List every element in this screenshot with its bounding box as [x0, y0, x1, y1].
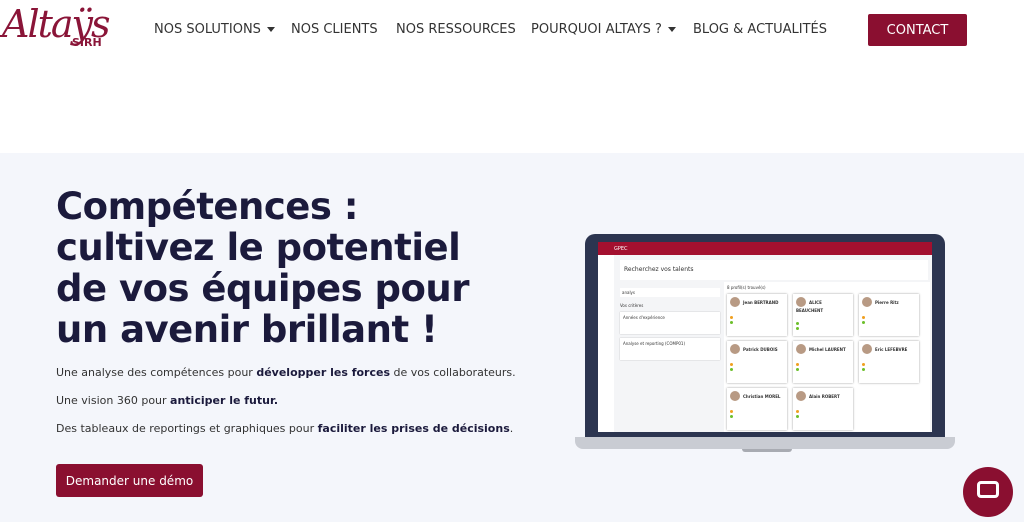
hero-line-3: Des tableaux de reportings et graphiques… — [56, 422, 514, 435]
hero-line-2: Une vision 360 pour anticiper le futur. — [56, 394, 279, 407]
nav-pourquoi[interactable]: POURQUOI ALTAYS ? — [531, 22, 676, 37]
app-topbar: GPEC — [598, 242, 932, 255]
laptop-notch — [742, 449, 792, 452]
hero-title: Compétences : cultivez le potentiel de v… — [56, 185, 469, 351]
app-title: Recherchez vos talents — [620, 260, 928, 280]
demo-button[interactable]: Demander une démo — [56, 464, 203, 497]
status-dot — [730, 368, 733, 371]
nav-ressources[interactable]: NOS RESSOURCES — [396, 22, 516, 37]
profile-card: Christian MOREL — [727, 388, 787, 430]
caret-down-icon — [266, 27, 275, 32]
app-search: analys — [620, 288, 720, 297]
status-dot — [796, 415, 799, 418]
nav-label: POURQUOI ALTAYS ? — [531, 22, 662, 37]
avatar — [862, 344, 872, 354]
app-screenshot: GPEC Recherchez vos talents analys Vos c… — [598, 242, 932, 432]
app-name: GPEC — [614, 245, 628, 252]
avatar — [730, 297, 740, 307]
avatar — [796, 297, 806, 307]
profile-name: Michel LAURENT — [809, 346, 846, 352]
profile-cards: Jean BERTRAND ALICE BEAUCHENT Pierre Ritz P… — [727, 294, 927, 430]
profile-card: Pierre Ritz — [859, 294, 919, 336]
status-dot — [796, 326, 799, 330]
app-results: 8 profil(s) trouvé(s) Jean BERTRAND ALICE… — [724, 282, 930, 432]
status-dot — [796, 368, 799, 371]
criteria-label: Vos critères — [620, 303, 644, 308]
chat-button[interactable] — [963, 467, 1013, 517]
profile-card: Michel LAURENT — [793, 341, 853, 383]
nav-label: NOS SOLUTIONS — [154, 22, 261, 37]
logo[interactable]: Altaÿs SIRH — [2, 2, 112, 57]
profile-card: Eric LEFEBVRE — [859, 341, 919, 383]
chat-icon — [977, 481, 999, 498]
contact-button[interactable]: CONTACT — [868, 14, 967, 46]
status-dot — [730, 410, 733, 413]
profile-name: Eric LEFEBVRE — [875, 346, 908, 352]
status-dot — [862, 321, 865, 324]
app-sidebar — [598, 255, 614, 432]
profile-name: Alain ROBERT — [809, 393, 840, 399]
app-filters: analys Vos critères Années d'expérience … — [620, 284, 720, 432]
profile-card: Jean BERTRAND — [727, 294, 787, 336]
profile-card: Alain ROBERT — [793, 388, 853, 430]
profile-card: ALICE BEAUCHENT — [793, 294, 853, 336]
status-dot — [862, 363, 865, 366]
status-dot — [730, 415, 733, 418]
profile-card: Patrick DUBOIS — [727, 341, 787, 383]
status-dot — [796, 410, 799, 413]
status-dot — [730, 363, 733, 366]
avatar — [730, 391, 740, 401]
status-dot — [862, 368, 865, 371]
profile-name: Patrick DUBOIS — [743, 346, 778, 352]
profile-name: Pierre Ritz — [875, 299, 899, 305]
laptop-base — [575, 437, 955, 449]
profile-name: Christian MOREL — [743, 393, 781, 399]
filter-competence: Analyse et reporting (COMP01) — [620, 338, 720, 360]
caret-down-icon — [667, 27, 676, 32]
nav-clients[interactable]: NOS CLIENTS — [291, 22, 378, 37]
status-dot — [730, 316, 733, 319]
results-count: 8 profil(s) trouvé(s) — [727, 285, 766, 290]
status-dot — [730, 321, 733, 324]
header: Altaÿs SIRH NOS SOLUTIONS NOS CLIENTS NO… — [0, 0, 1024, 60]
avatar — [862, 297, 872, 307]
filter-experience: Années d'expérience — [620, 312, 720, 334]
avatar — [796, 344, 806, 354]
nav-solutions[interactable]: NOS SOLUTIONS — [154, 22, 275, 37]
status-dot — [796, 321, 799, 325]
avatar — [796, 391, 806, 401]
profile-name: Jean BERTRAND — [743, 299, 779, 305]
status-dot — [796, 363, 799, 366]
nav-blog[interactable]: BLOG & ACTUALITÉS — [693, 22, 827, 37]
hero-line-1: Une analyse des compétences pour dévelop… — [56, 366, 516, 379]
logo-sub: SIRH — [72, 36, 102, 49]
status-dot — [862, 316, 865, 319]
avatar — [730, 344, 740, 354]
